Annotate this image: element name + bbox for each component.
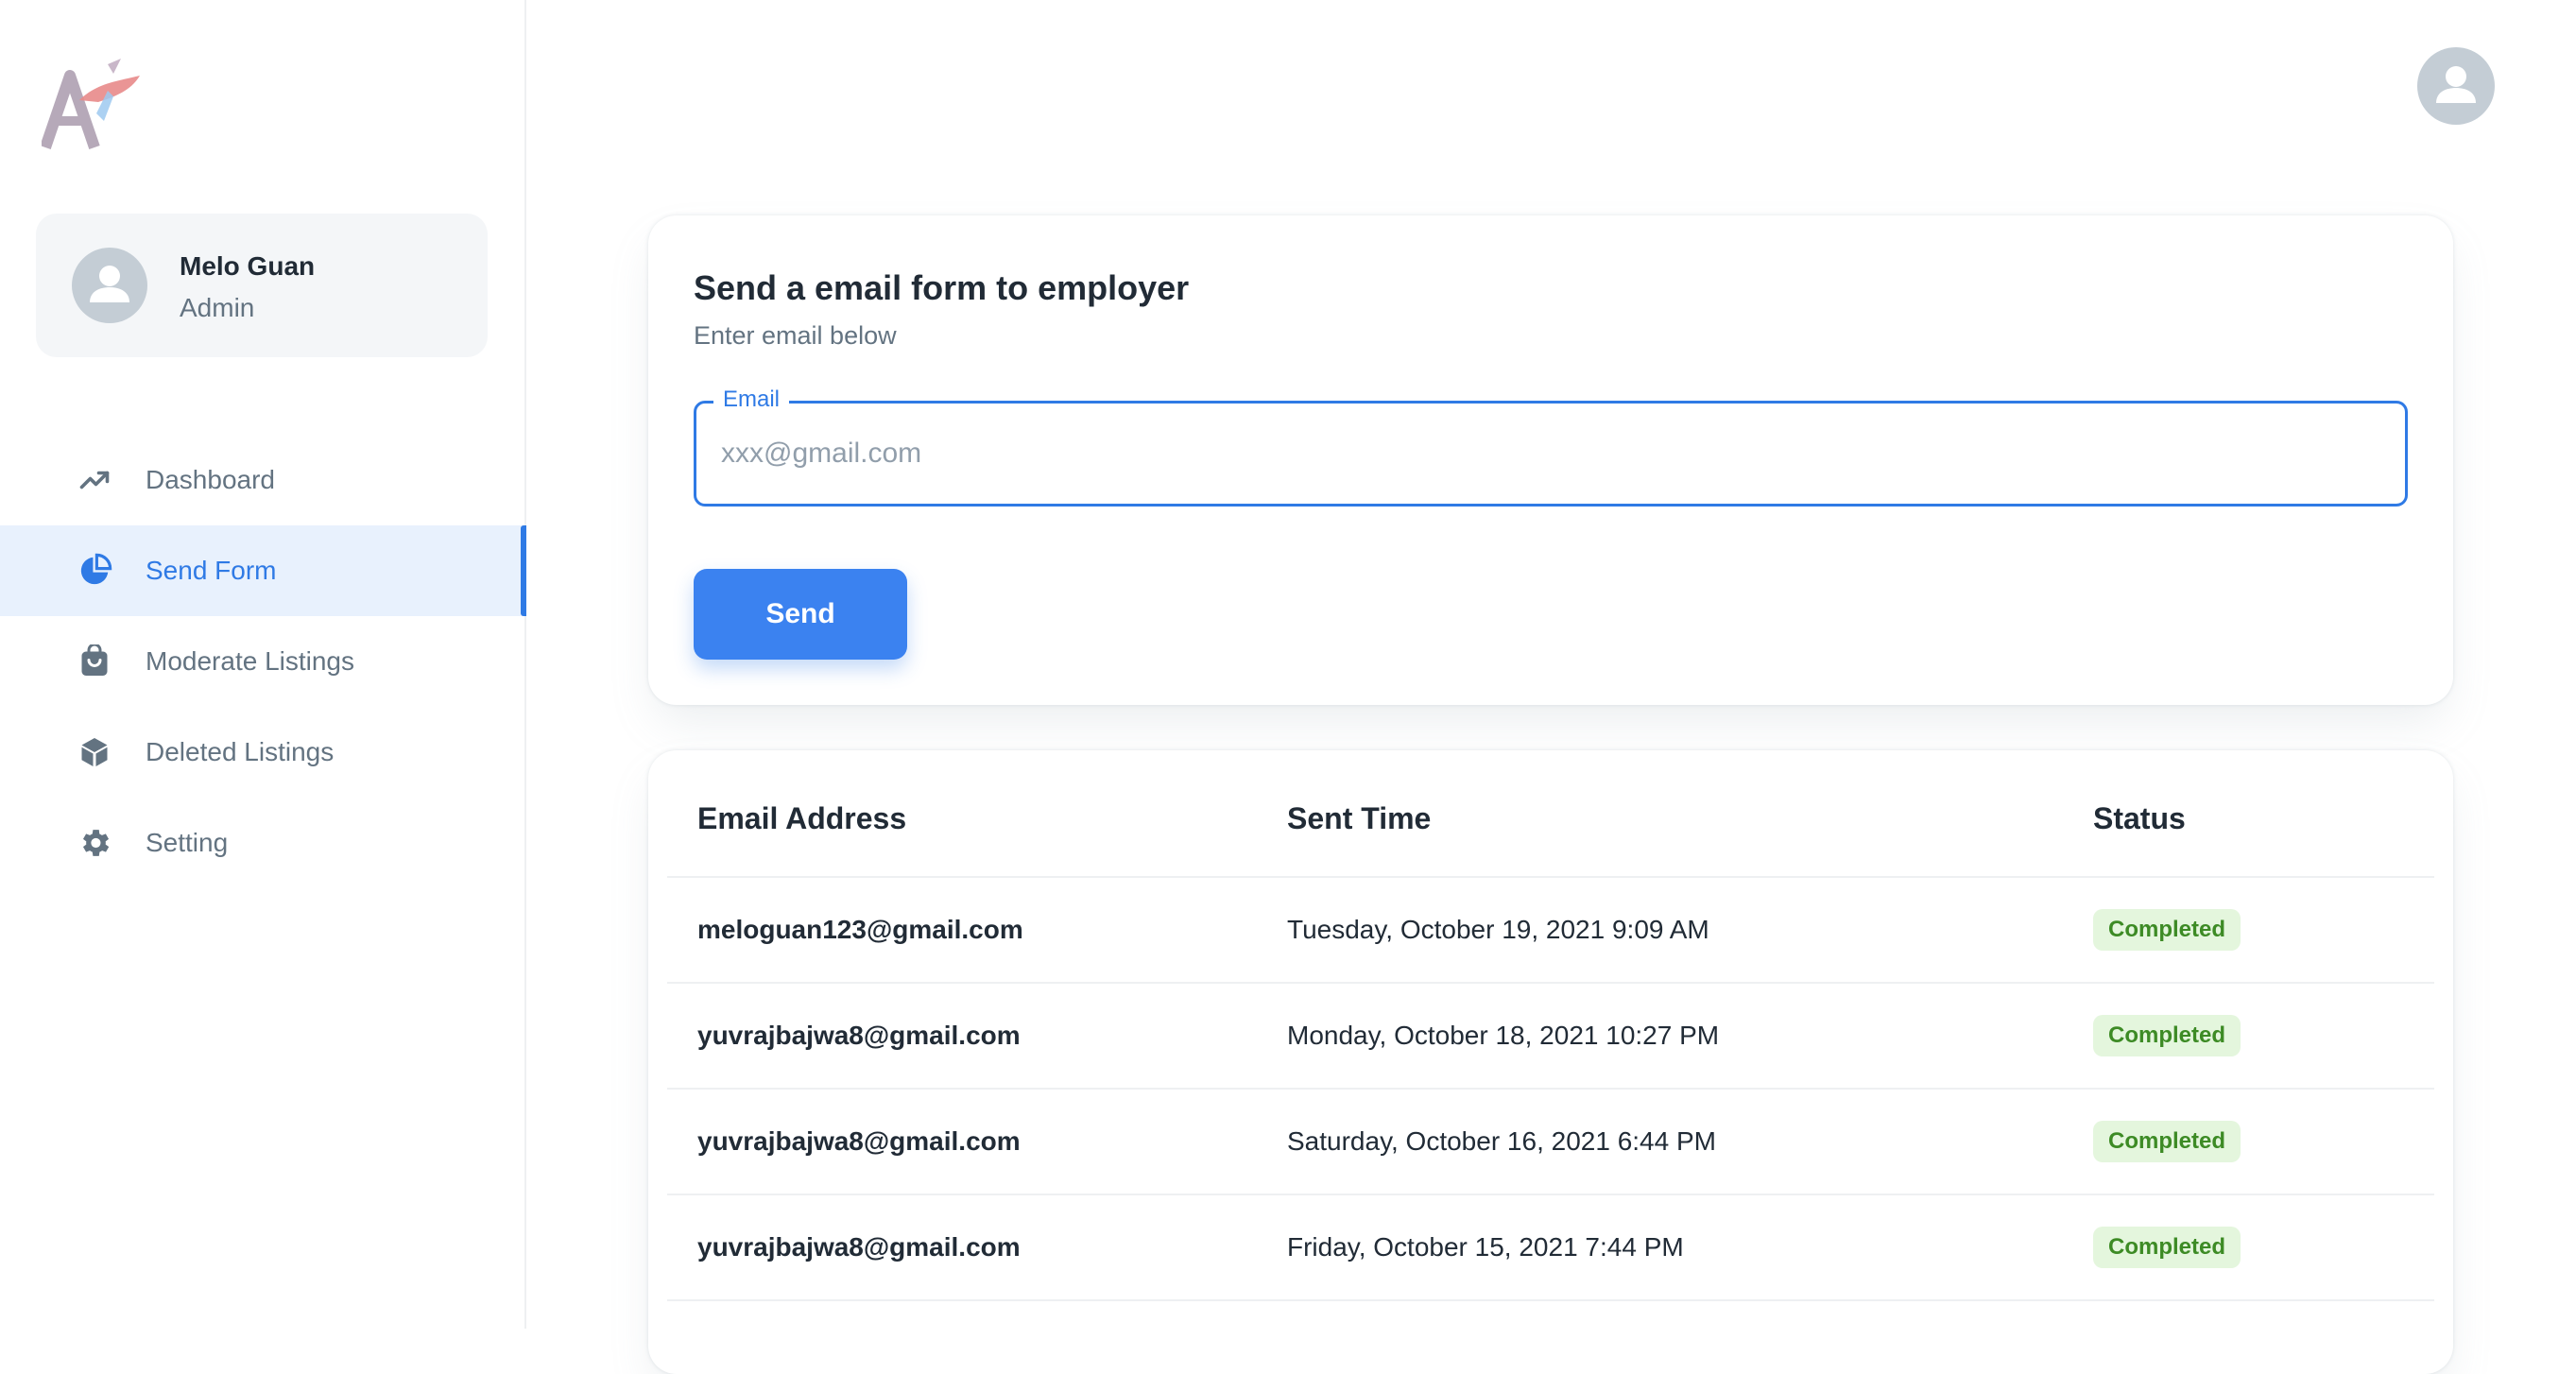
status-cell: Completed [2093, 1194, 2434, 1301]
send-form-card: Send a email form to employer Enter emai… [648, 215, 2453, 705]
email-cell: yuvrajbajwa8@gmail.com [667, 1194, 1287, 1301]
form-subtitle: Enter email below [694, 321, 897, 350]
status-badge: Completed [2093, 1121, 2241, 1162]
app-logo[interactable] [40, 55, 147, 153]
account-name: Melo Guan [180, 251, 316, 281]
account-avatar [72, 248, 147, 323]
sidebar-item-dashboard[interactable]: Dashboard [0, 435, 526, 525]
cube-icon [76, 733, 113, 771]
email-cell: yuvrajbajwa8@gmail.com [667, 1089, 1287, 1195]
sidebar: Melo Guan Admin Dashboard Send Form Mode… [0, 0, 526, 1329]
table-header-row: Email Address Sent Time Status [667, 750, 2434, 878]
column-header-status[interactable]: Status [2093, 750, 2434, 878]
sidebar-item-deleted-listings[interactable]: Deleted Listings [0, 707, 526, 798]
sidebar-item-label: Setting [146, 828, 229, 857]
user-avatar-button[interactable] [2417, 47, 2495, 125]
column-header-email[interactable]: Email Address [667, 750, 1287, 878]
email-cell: meloguan123@gmail.com [667, 877, 1287, 984]
sent-time-cell: Saturday, October 16, 2021 6:44 PM [1287, 1089, 2093, 1195]
sidebar-item-label: Deleted Listings [146, 737, 335, 766]
sent-time-cell: Tuesday, October 19, 2021 9:09 AM [1287, 877, 2093, 984]
email-cell: yuvrajbajwa8@gmail.com [667, 983, 1287, 1090]
sent-emails-table-card: Email Address Sent Time Status meloguan1… [648, 750, 2453, 1374]
status-cell: Completed [2093, 983, 2434, 1090]
column-header-sent-time[interactable]: Sent Time [1287, 750, 2093, 878]
sidebar-item-label: Dashboard [146, 465, 275, 494]
form-title: Send a email form to employer [694, 268, 1190, 307]
email-input[interactable] [696, 404, 2405, 504]
account-card[interactable]: Melo Guan Admin [36, 214, 488, 357]
table-row[interactable]: yuvrajbajwa8@gmail.com Monday, October 1… [667, 983, 2434, 1090]
send-button[interactable]: Send [694, 569, 907, 660]
table-row[interactable]: yuvrajbajwa8@gmail.com Saturday, October… [667, 1089, 2434, 1195]
status-cell: Completed [2093, 877, 2434, 984]
sent-time-cell: Friday, October 15, 2021 7:44 PM [1287, 1194, 2093, 1301]
pie-chart-icon [76, 552, 113, 590]
sidebar-item-setting[interactable]: Setting [0, 798, 526, 888]
status-badge: Completed [2093, 909, 2241, 951]
sent-emails-table: Email Address Sent Time Status meloguan1… [667, 750, 2434, 1301]
sidebar-item-label: Send Form [146, 556, 277, 585]
status-badge: Completed [2093, 1227, 2241, 1268]
trending-up-icon [76, 461, 113, 499]
sidebar-item-moderate-listings[interactable]: Moderate Listings [0, 616, 526, 707]
account-role: Admin [180, 293, 255, 322]
sidebar-item-send-form[interactable]: Send Form [0, 525, 526, 616]
status-badge: Completed [2093, 1015, 2241, 1056]
sidebar-nav: Dashboard Send Form Moderate Listings De… [0, 435, 526, 888]
sent-time-cell: Monday, October 18, 2021 10:27 PM [1287, 983, 2093, 1090]
sidebar-item-label: Moderate Listings [146, 646, 355, 676]
shopping-bag-icon [76, 643, 113, 680]
status-cell: Completed [2093, 1089, 2434, 1195]
gear-icon [76, 824, 113, 862]
email-field: Email [694, 386, 2408, 507]
table-row[interactable]: meloguan123@gmail.com Tuesday, October 1… [667, 877, 2434, 984]
table-row[interactable]: yuvrajbajwa8@gmail.com Friday, October 1… [667, 1194, 2434, 1301]
